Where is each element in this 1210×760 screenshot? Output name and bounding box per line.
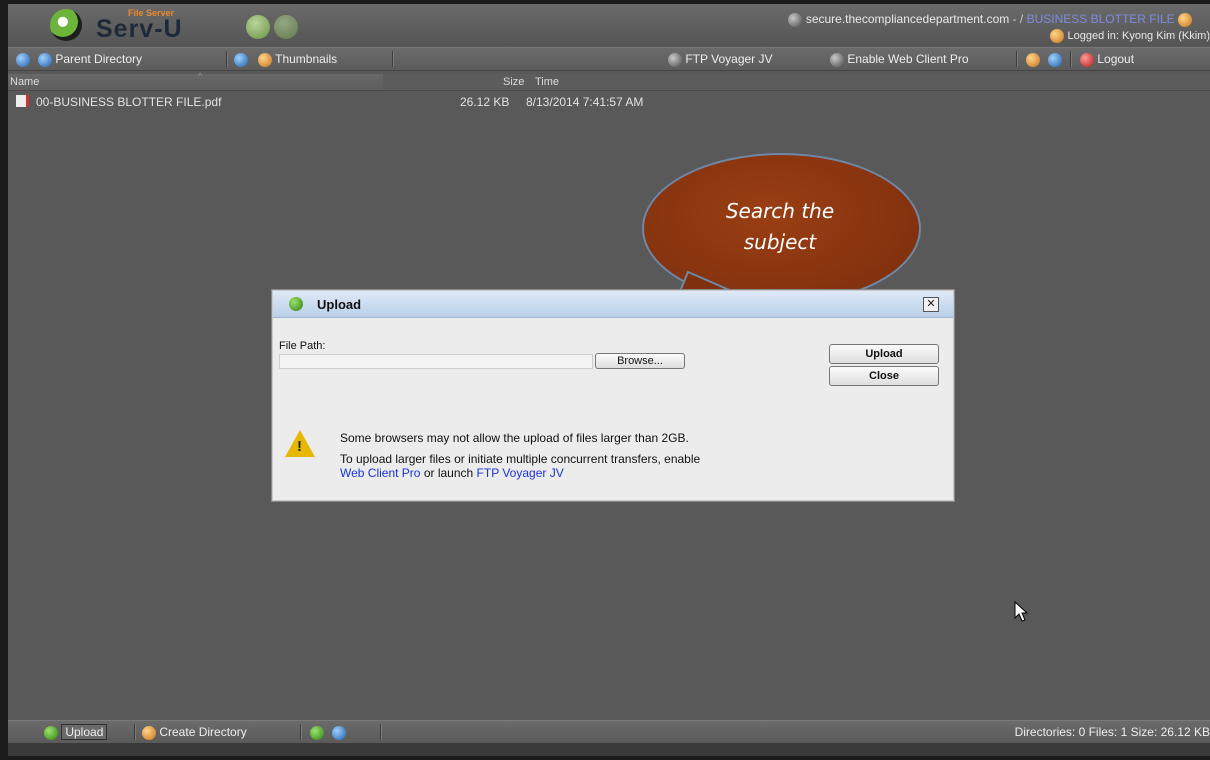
- callout-line-1: Search the: [725, 199, 835, 223]
- close-button[interactable]: Close: [829, 366, 939, 386]
- info-line-1: To upload larger files or initiate multi…: [340, 452, 701, 466]
- browse-button[interactable]: Browse...: [595, 353, 685, 369]
- upload-dialog: Upload ✕ File Path: Browse... Upload Clo…: [272, 290, 954, 501]
- upload-submit-button[interactable]: Upload: [829, 344, 939, 364]
- dialog-title: Upload: [317, 297, 362, 312]
- file-path-input[interactable]: [279, 354, 593, 369]
- upload-icon: [289, 297, 303, 311]
- warning-icon-mark: !: [297, 438, 302, 455]
- dialog-title-bar[interactable]: Upload ✕: [273, 291, 953, 318]
- warning-message: Some browsers may not allow the upload o…: [340, 431, 689, 445]
- callout-line-2: subject: [743, 230, 817, 254]
- info-message: To upload larger files or initiate multi…: [340, 452, 700, 480]
- info-line-2: Web Client Pro or launch FTP Voyager JV: [340, 466, 700, 480]
- web-client-pro-link[interactable]: Web Client Pro: [340, 466, 420, 480]
- close-icon[interactable]: ✕: [923, 297, 939, 312]
- info-or-launch: or launch: [423, 466, 474, 480]
- mouse-cursor-icon: [1014, 601, 1029, 622]
- ftp-voyager-link[interactable]: FTP Voyager JV: [477, 466, 564, 480]
- callout-text: Search the subject: [690, 196, 870, 258]
- file-path-label: File Path:: [279, 340, 326, 352]
